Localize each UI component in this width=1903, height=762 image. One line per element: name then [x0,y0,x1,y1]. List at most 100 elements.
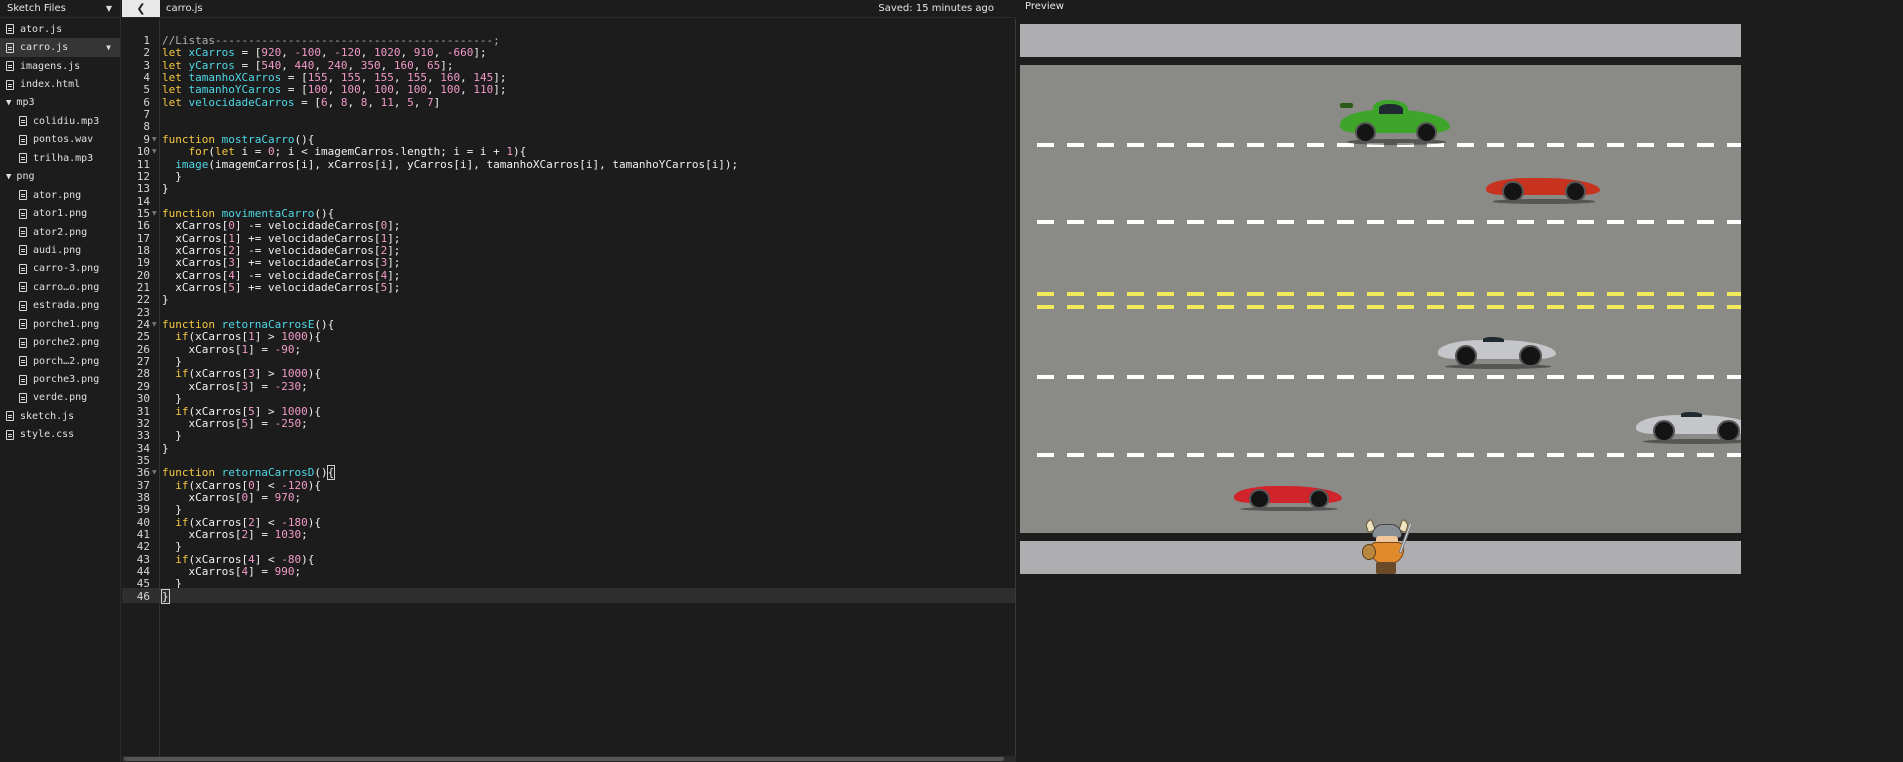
file-item[interactable]: carro-3.png [0,260,120,278]
sidebar-header[interactable]: Sketch Files ▼ [0,0,120,18]
chevron-left-icon: ❮ [136,2,146,15]
code-line[interactable]: xCarros[5] += velocidadeCarros[5]; [162,280,400,295]
code-token: , [413,95,427,109]
code-token: , [460,83,474,97]
code-line[interactable]: } [162,292,169,307]
fold-arrow-icon[interactable]: ▼ [152,317,157,332]
code-token: ] = [248,342,275,356]
folder-item[interactable]: ▼ png [0,168,120,186]
file-icon [19,356,27,367]
file-item[interactable]: ator.js [0,20,120,38]
collapse-sidebar-button[interactable]: ❮ [122,0,160,17]
code-editor[interactable]: 1 2 3 4 5 6 7 8 9 ▼ 10 ▼ 11 12 13 14 15 ▼ 16 17 18 19 20 21 22 23… [122,19,1016,756]
code-token: ; [301,528,308,541]
car-red-convertible [1234,476,1342,511]
file-item[interactable]: pontos.wav [0,131,120,149]
file-item[interactable]: ator1.png [0,204,120,222]
folder-item[interactable]: ▼ mp3 [0,94,120,112]
code-token: ] = [248,528,275,541]
open-file-tab[interactable]: carro.js [166,3,203,14]
file-item[interactable]: porch…2.png [0,352,120,370]
file-icon [19,374,27,385]
file-icon [19,190,27,201]
file-item[interactable]: index.html [0,75,120,93]
line-number: 46 [136,589,150,603]
center-line-upper [1037,292,1741,296]
code-area[interactable]: //Listas--------------------------------… [160,19,1015,756]
code-line[interactable]: xCarros[0] = 970; [162,490,301,505]
file-item[interactable]: sketch.js [0,407,120,425]
code-token: } [162,182,169,196]
save-status: Saved: 15 minutes ago [878,3,994,14]
code-line[interactable]: xCarros[5] = -250; [162,416,307,431]
file-icon [19,392,27,403]
player-actor [1360,518,1416,574]
chevron-down-icon[interactable]: ▼ [106,4,112,13]
file-icon [19,282,27,293]
editor-horizontal-scrollbar[interactable] [122,756,1016,762]
code-token: ; [294,342,302,356]
code-line[interactable]: } [162,441,169,456]
file-options-icon[interactable]: ▼ [106,43,111,52]
file-item[interactable]: ator.png [0,186,120,204]
file-item[interactable]: porche3.png [0,370,120,388]
file-item[interactable]: porche1.png [0,315,120,333]
code-line[interactable]: } [162,181,169,196]
fold-arrow-icon[interactable]: ▼ [152,206,157,221]
lane-divider [1037,453,1741,457]
file-icon [19,208,27,219]
file-item[interactable]: verde.png [0,389,120,407]
file-item[interactable]: style.css [0,426,120,444]
code-line[interactable]: xCarros[1] = -90; [162,342,301,357]
file-item[interactable]: estrada.png [0,297,120,315]
file-item[interactable]: carro.js ▼ [0,38,120,57]
file-item[interactable]: trilha.mp3 [0,149,120,167]
file-item[interactable]: ator2.png [0,223,120,241]
file-icon [19,319,27,330]
code-token: ]; [493,83,507,97]
code-line[interactable]: } [161,588,170,604]
code-line[interactable]: xCarros[3] = -230; [162,379,307,394]
file-name: estrada.png [33,300,100,312]
preview-canvas[interactable] [1020,24,1741,574]
file-icon [19,337,27,348]
file-item[interactable]: porche2.png [0,333,120,351]
code-token: 5 [407,95,414,109]
fold-arrow-icon[interactable]: ▼ [152,465,157,480]
code-line[interactable]: let velocidadeCarros = [6, 8, 8, 11, 5, … [162,95,440,110]
file-item[interactable]: imagens.js [0,57,120,75]
code-token: 6 [320,95,328,109]
folder-expand-icon[interactable]: ▼ [6,172,11,182]
code-token: } [162,293,169,307]
file-tree: ator.js carro.js ▼ imagens.js index.html ▼ mp3… [0,18,120,444]
code-line[interactable]: image(imagemCarros[i], xCarros[i], yCarr… [162,157,738,172]
code-token: 970 [274,490,295,504]
file-item[interactable]: carro…o.png [0,278,120,296]
file-name: ator.png [33,189,82,201]
code-line[interactable]: xCarros[2] = 1030; [162,527,308,542]
code-token: ; [294,490,302,504]
scrollbar-thumb[interactable] [124,757,1004,761]
file-name: verde.png [33,392,88,404]
code-token: } [162,441,169,455]
folder-expand-icon[interactable]: ▼ [6,98,11,108]
file-item[interactable]: audi.png [0,241,120,259]
file-icon [19,263,27,274]
car-green-porsche [1340,96,1450,145]
file-name: porch…2.png [33,355,100,367]
file-name: audi.png [33,244,82,256]
code-line[interactable]: xCarros[4] = 990; [162,564,301,579]
file-name: porche3.png [33,374,100,386]
code-token: , [347,95,361,109]
code-token: 7 [426,95,434,109]
p5-editor-app: Sketch Files ▼ ator.js carro.js ▼ imagens.j… [0,0,1903,762]
file-name: carro.js [20,42,69,54]
file-item[interactable]: colidiu.mp3 [0,112,120,130]
file-icon [19,153,27,164]
lane-divider [1037,220,1741,224]
file-icon [6,61,14,72]
file-name: sketch.js [20,410,75,422]
code-token: { [326,465,336,481]
code-token: ] = [248,565,275,579]
fold-arrow-icon[interactable]: ▼ [152,144,157,159]
